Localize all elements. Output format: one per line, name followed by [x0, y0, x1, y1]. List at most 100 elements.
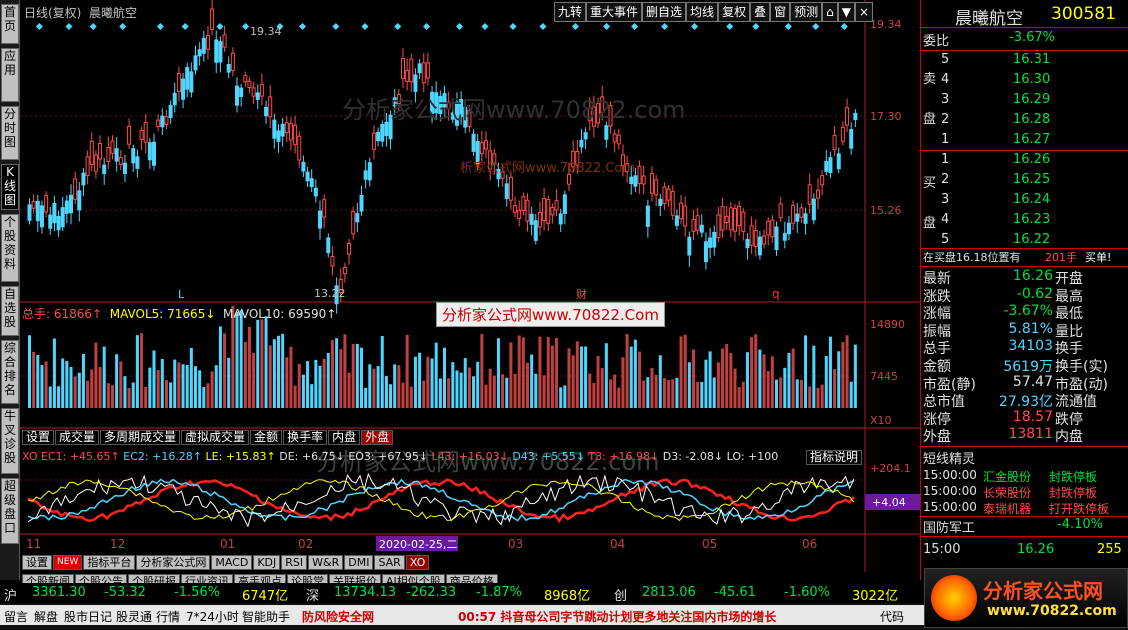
quote-label: 外盘: [923, 429, 951, 446]
kline-chart[interactable]: 19.34 17.30 15.26 14890 7445 X10 +204.1 …: [20, 0, 920, 572]
candle-body: [280, 123, 285, 137]
volume-ma10: MAVOL10: 69590↑: [223, 307, 337, 321]
orderbook-row[interactable]: 5 16.31: [921, 52, 1128, 70]
vol-tab-settings[interactable]: 设置: [22, 430, 55, 445]
candle-body: [226, 63, 231, 73]
toolbar-window-button[interactable]: 窗: [770, 2, 791, 22]
toolbar-events-button[interactable]: 重大事件: [586, 2, 643, 22]
volume-bar: [434, 342, 438, 408]
volume-bar: [401, 382, 405, 408]
side-tab-profile[interactable]: 个股资料: [1, 214, 19, 282]
volume-bar: [799, 379, 803, 408]
status-button[interactable]: 股市日记: [64, 608, 112, 625]
sprite-event: 封跌停板: [1049, 470, 1098, 484]
vol-tab-inner[interactable]: 内盘: [328, 430, 361, 445]
candle-body: [703, 241, 708, 263]
orderbook-row[interactable]: 2 16.28: [921, 112, 1128, 130]
orderbook-row[interactable]: 1 16.26: [921, 152, 1128, 170]
candle-body: [786, 222, 791, 235]
volume-bar: [787, 352, 791, 408]
sector-row[interactable]: 国防军工 -4.10%: [921, 517, 1128, 536]
brand-url: www.70822.com: [987, 603, 1117, 619]
volume-bar: [152, 350, 156, 408]
news-ticker[interactable]: 00:57 抖音母公司字节跳动计划更多地关注国内市场的增长: [458, 608, 776, 625]
vol-tab-virtual[interactable]: 虚拟成交量: [181, 430, 250, 445]
ind-tab-wr[interactable]: W&R: [308, 555, 344, 570]
side-tab-diagnose[interactable]: 牛叉诊股: [1, 408, 19, 474]
orderbook-row[interactable]: 3 16.24: [921, 192, 1128, 210]
code-input[interactable]: 代码: [880, 608, 904, 625]
ind-tab-macd[interactable]: MACD: [211, 555, 253, 570]
side-tab-timeshare[interactable]: 分时图: [1, 106, 19, 160]
indicator-help-button[interactable]: 指标说明: [806, 450, 863, 465]
volume-bar: [57, 386, 61, 408]
sprite-row[interactable]: 15:00:00 泰瑞机器 打开跌停板: [921, 500, 1128, 516]
status-button[interactable]: 股灵通: [116, 608, 152, 625]
status-button[interactable]: 7*24小时: [186, 608, 239, 625]
sprite-title: 短线精灵: [923, 452, 976, 467]
candle-body: [728, 207, 733, 231]
candle-body: [484, 140, 488, 150]
ind-tab-settings[interactable]: 设置: [22, 555, 52, 570]
candle-body: [210, 8, 215, 30]
dropdown-icon[interactable]: ▼: [837, 2, 855, 22]
ind-tab-dmi[interactable]: DMI: [344, 555, 374, 570]
status-button[interactable]: 留言: [4, 608, 28, 625]
vol-tab-outer[interactable]: 外盘: [361, 430, 394, 445]
ind-tab-formula[interactable]: 分析家公式网: [136, 555, 211, 570]
sprite-row[interactable]: 15:00:00 汇金股份 封跌停板: [921, 468, 1128, 484]
side-tab-home[interactable]: 首页: [1, 4, 19, 44]
toolbar-forecast-button[interactable]: 预测: [790, 2, 823, 22]
toolbar-jiuzhuan-button[interactable]: 九转: [554, 2, 587, 22]
sprite-row[interactable]: 15:00:00 长荣股份 封跌停板: [921, 484, 1128, 500]
candle-body: [832, 135, 837, 151]
orderbook-row[interactable]: 3 16.29: [921, 92, 1128, 110]
vol-tab-multi-period[interactable]: 多周期成交量: [100, 430, 181, 445]
candle-body: [799, 207, 804, 218]
toolbar-remove-watch-button[interactable]: 删自选: [642, 2, 687, 22]
vol-tab-volume[interactable]: 成交量: [55, 430, 100, 445]
ind-tab-rsi[interactable]: RSI: [281, 555, 308, 570]
candle-body: [322, 199, 327, 218]
status-button[interactable]: 智能助手: [242, 608, 290, 625]
volume-bar: [127, 387, 131, 408]
ind-tab-xo[interactable]: XO: [405, 555, 430, 570]
volume-bar: [106, 383, 110, 408]
volume-bar: [335, 338, 339, 408]
side-tab-watchlist[interactable]: 自选股: [1, 286, 19, 336]
vol-tab-turnover[interactable]: 换手率: [283, 430, 328, 445]
volume-bar: [98, 366, 102, 408]
side-tab-apps[interactable]: 应用: [1, 48, 19, 102]
orderbook-row[interactable]: 2 16.25: [921, 172, 1128, 190]
side-tab-kline[interactable]: K线图: [1, 164, 19, 210]
marker-l: L: [178, 288, 185, 301]
volume-bar: [675, 377, 679, 408]
vol-tab-amount[interactable]: 金额: [250, 430, 283, 445]
toolbar-ma-button[interactable]: 均线: [686, 2, 719, 22]
ind-tab-platform[interactable]: 指标平台: [83, 555, 136, 570]
volume-bar: [667, 380, 671, 408]
candle-body: [351, 210, 356, 235]
risk-warning[interactable]: 防风险安全网: [302, 608, 374, 625]
status-button[interactable]: 解盘: [34, 608, 58, 625]
close-icon[interactable]: ×: [854, 2, 874, 22]
volume-bar: [617, 387, 621, 408]
candle-body: [214, 39, 219, 63]
orderbook-row[interactable]: 4 16.23: [921, 212, 1128, 230]
side-tab-super-book[interactable]: 超级盘口: [1, 478, 19, 544]
volume-bar: [409, 386, 413, 408]
candle-body: [654, 179, 659, 196]
volume-bar: [451, 362, 455, 408]
home-icon[interactable]: ⌂: [822, 2, 838, 22]
candle-body: [405, 69, 410, 82]
toolbar-adjust-button[interactable]: 复权: [718, 2, 751, 22]
ind-tab-sar[interactable]: SAR: [374, 555, 405, 570]
orderbook-row[interactable]: 1 16.27: [921, 132, 1128, 150]
volume-bar: [272, 339, 276, 408]
volume-bar: [766, 371, 770, 408]
ind-tab-kdj[interactable]: KDJ: [253, 555, 281, 570]
status-button[interactable]: 行情: [156, 608, 180, 625]
side-tab-ranking[interactable]: 综合排名: [1, 340, 19, 404]
toolbar-overlay-button[interactable]: 叠: [750, 2, 771, 22]
orderbook-row[interactable]: 4 16.30: [921, 72, 1128, 90]
